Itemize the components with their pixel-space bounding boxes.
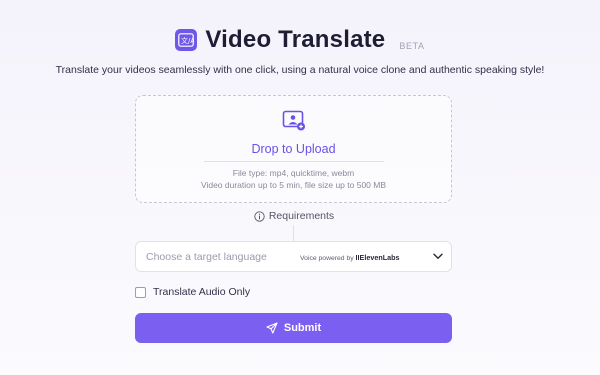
requirements-label: Requirements — [268, 210, 335, 222]
upload-dropzone[interactable]: Drop to Upload File type: mp4, quicktime… — [135, 95, 452, 203]
language-placeholder: Choose a target language — [146, 251, 267, 263]
video-translate-page: 文/A Video Translate BETA Translate your … — [0, 0, 600, 375]
beta-badge: BETA — [399, 41, 425, 51]
send-icon — [266, 322, 278, 334]
elevenlabs-logo: IIElevenLabs — [355, 253, 400, 262]
upload-divider — [204, 161, 384, 162]
translate-audio-only-label: Translate Audio Only — [153, 286, 251, 298]
svg-text:文/A: 文/A — [181, 36, 194, 45]
submit-label: Submit — [283, 322, 322, 334]
upload-video-icon — [282, 110, 305, 131]
file-type-hint: File type: mp4, quicktime, webm — [232, 168, 355, 178]
info-icon — [254, 210, 265, 222]
voice-powered-by: Voice powered by IIElevenLabs — [300, 253, 400, 262]
chevron-down-icon — [433, 253, 443, 259]
submit-button[interactable]: Submit — [135, 313, 452, 343]
page-subtitle: Translate your videos seamlessly with on… — [55, 64, 545, 76]
requirements-link[interactable]: Requirements — [0, 210, 588, 222]
requirements-connector — [293, 225, 294, 241]
voice-powered-label: Voice powered by — [300, 255, 354, 262]
translate-audio-only-option[interactable]: Translate Audio Only — [135, 286, 250, 298]
file-limit-hint: Video duration up to 5 min, file size up… — [200, 180, 387, 190]
translate-audio-only-checkbox[interactable] — [135, 286, 146, 298]
page-title: Video Translate — [205, 26, 386, 53]
target-language-select[interactable]: Choose a target language Voice powered b… — [135, 241, 452, 272]
header: 文/A Video Translate BETA — [0, 26, 600, 54]
translate-icon: 文/A — [175, 29, 198, 51]
drop-to-upload-label: Drop to Upload — [251, 142, 336, 156]
